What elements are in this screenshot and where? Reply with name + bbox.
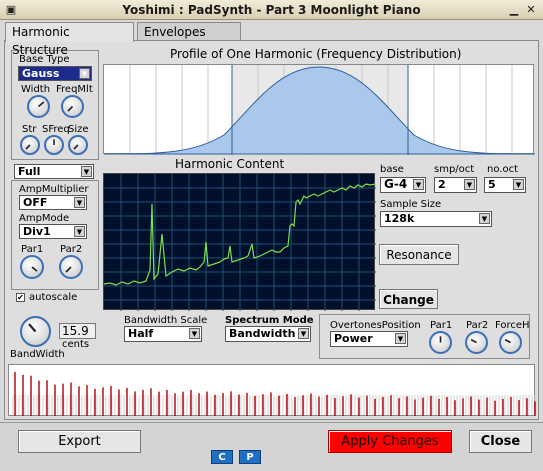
chevron-down-icon: ▼: [479, 213, 490, 224]
base-value: G-4: [384, 177, 408, 191]
bandwidth-scale-label: Bandwidth Scale: [124, 315, 208, 326]
apply-changes-button[interactable]: Apply Changes: [328, 430, 452, 453]
sample-size-value: 128k: [384, 212, 415, 225]
amp-mode-select[interactable]: Div1 ▼: [19, 224, 87, 239]
autoscale-label: autoscale: [29, 292, 78, 303]
str-label: Str: [22, 124, 37, 135]
close-label: Close: [480, 434, 521, 449]
par2-label: Par2: [60, 244, 83, 255]
harmonic-content-title: Harmonic Content: [175, 157, 285, 171]
smp-oct-value: 2: [438, 178, 446, 191]
amp-multiplier-value: OFF: [23, 196, 48, 209]
width-knob[interactable]: [27, 95, 50, 118]
change-label: Change: [383, 293, 434, 307]
sfreq-knob[interactable]: [44, 135, 64, 155]
full-value: Full: [18, 165, 41, 178]
overtones-position-select[interactable]: Power ▼: [330, 331, 408, 347]
amp-par1-knob[interactable]: [20, 255, 44, 279]
freqmlt-label: FreqMlt: [56, 84, 93, 95]
harmonic-content-graph: [103, 174, 377, 311]
no-oct-value: 5: [488, 178, 496, 191]
size-label: Size: [68, 124, 89, 135]
overtones-par2-label: Par2: [466, 320, 489, 331]
autoscale-checkbox[interactable]: ✔: [16, 293, 25, 302]
harmonics-spectrum: [8, 364, 536, 416]
forceh-label: ForceH: [495, 320, 530, 331]
overtones-par2-knob[interactable]: [465, 331, 488, 354]
smp-oct-label: smp/oct: [434, 164, 475, 175]
amp-multiplier-select[interactable]: OFF ▼: [19, 195, 87, 210]
chevron-down-icon: ▼: [464, 179, 475, 190]
minimize-icon[interactable]: ▁: [507, 3, 521, 17]
profile-title: Profile of One Harmonic (Frequency Distr…: [170, 47, 462, 61]
par1-label: Par1: [21, 244, 44, 255]
change-button[interactable]: Change: [379, 289, 438, 309]
chevron-down-icon: ▼: [298, 328, 309, 339]
sfreq-label: SFreq: [42, 124, 70, 135]
base-type-value: Gauss: [22, 67, 60, 80]
chevron-down-icon: ▼: [189, 328, 200, 339]
base-select[interactable]: G-4 ▼: [380, 177, 426, 193]
bandwidth-value: 15.9: [62, 324, 89, 338]
resonance-label: Resonance: [386, 248, 452, 262]
p-label: P: [246, 452, 254, 463]
tab-harmonic-structure[interactable]: Harmonic Structure: [5, 22, 134, 57]
base-label: base: [380, 164, 404, 175]
window-titlebar: ▣ Yoshimi : PadSynth - Part 3 Moonlight …: [0, 0, 543, 20]
chevron-down-icon: ▼: [513, 179, 524, 190]
amp-mode-label: AmpMode: [19, 213, 70, 224]
p-button[interactable]: P: [239, 450, 261, 464]
bandwidth-scale-value: Half: [128, 327, 154, 340]
window-menu-icon[interactable]: ▣: [4, 3, 18, 17]
tab-label: Harmonic Structure: [12, 25, 70, 57]
amp-par2-knob[interactable]: [59, 255, 83, 279]
str-knob[interactable]: [20, 135, 40, 155]
overtones-position-label: OvertonesPosition: [330, 320, 421, 331]
full-select[interactable]: Full ▼: [14, 164, 94, 179]
overtones-position-value: Power: [334, 332, 373, 345]
chevron-down-icon: ▼: [74, 226, 85, 237]
amp-multiplier-label: AmpMultiplier: [19, 184, 89, 195]
size-knob[interactable]: [68, 135, 88, 155]
export-label: Export: [58, 434, 101, 449]
tab-envelopes-lfos[interactable]: Envelopes LFOs: [137, 22, 241, 57]
freqmlt-knob[interactable]: [61, 95, 84, 118]
amp-mode-value: Div1: [23, 225, 51, 238]
chevron-down-icon: ▼: [74, 197, 85, 208]
bandwidth-label: BandWidth: [10, 349, 65, 360]
sample-size-select[interactable]: 128k ▼: [380, 211, 492, 227]
c-label: C: [218, 452, 226, 463]
resonance-button[interactable]: Resonance: [379, 244, 459, 265]
close-window-icon[interactable]: ✕: [524, 3, 538, 17]
chevron-down-icon: ▼: [81, 166, 92, 177]
profile-plot: [103, 64, 536, 155]
no-oct-select[interactable]: 5 ▼: [484, 177, 526, 193]
smp-oct-select[interactable]: 2 ▼: [434, 177, 477, 193]
harmonics-spectrum-graph: [12, 372, 536, 416]
apply-changes-label: Apply Changes: [341, 434, 439, 449]
forceh-knob[interactable]: [499, 331, 522, 354]
spectrum-mode-value: Bandwidth: [229, 327, 296, 340]
bandwidth-value-display: 15.9: [59, 323, 96, 339]
base-type-select[interactable]: Gauss ▼: [18, 66, 92, 81]
overtones-par1-label: Par1: [430, 320, 453, 331]
bandwidth-unit: cents: [62, 339, 90, 350]
chevron-down-icon: ▼: [395, 333, 406, 344]
spectrum-mode-select[interactable]: Bandwidth ▼: [225, 326, 311, 342]
bandwidth-knob[interactable]: [20, 316, 51, 347]
harmonic-content-scope: [103, 173, 377, 311]
profile-graph: [103, 65, 536, 155]
window-title: Yoshimi : PadSynth - Part 3 Moonlight Pi…: [122, 3, 421, 17]
chevron-down-icon: ▼: [79, 68, 90, 79]
c-button[interactable]: C: [211, 450, 233, 464]
spectrum-mode-label: Spectrum Mode: [225, 315, 314, 326]
chevron-down-icon: ▼: [413, 179, 424, 190]
width-label: Width: [21, 84, 51, 95]
no-oct-label: no.oct: [487, 164, 518, 175]
sample-size-label: Sample Size: [380, 199, 442, 210]
close-button[interactable]: Close: [469, 430, 532, 453]
export-button[interactable]: Export: [18, 430, 141, 453]
bandwidth-scale-select[interactable]: Half ▼: [124, 326, 202, 342]
overtones-par1-knob[interactable]: [429, 331, 452, 354]
